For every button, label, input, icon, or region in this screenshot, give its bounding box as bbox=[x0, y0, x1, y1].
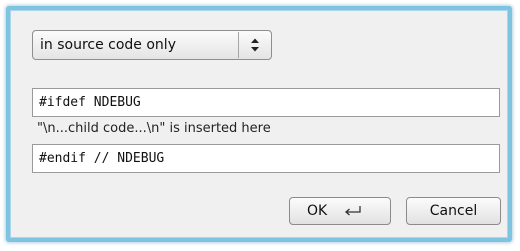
up-down-arrows-icon[interactable] bbox=[239, 31, 271, 59]
scope-select-value: in source code only bbox=[40, 37, 176, 53]
after-code-field[interactable]: #endif // NDEBUG bbox=[32, 144, 500, 173]
before-code-field[interactable]: #ifdef NDEBUG bbox=[32, 88, 500, 117]
insertion-note: "\n...child code...\n" is inserted here bbox=[37, 121, 271, 136]
ok-button-label: OK bbox=[307, 203, 328, 219]
cancel-button-label: Cancel bbox=[429, 203, 478, 219]
cancel-button[interactable]: Cancel bbox=[406, 197, 501, 225]
return-key-icon bbox=[343, 205, 363, 217]
ok-button[interactable]: OK bbox=[289, 197, 391, 225]
scope-select[interactable]: in source code only bbox=[32, 30, 272, 60]
